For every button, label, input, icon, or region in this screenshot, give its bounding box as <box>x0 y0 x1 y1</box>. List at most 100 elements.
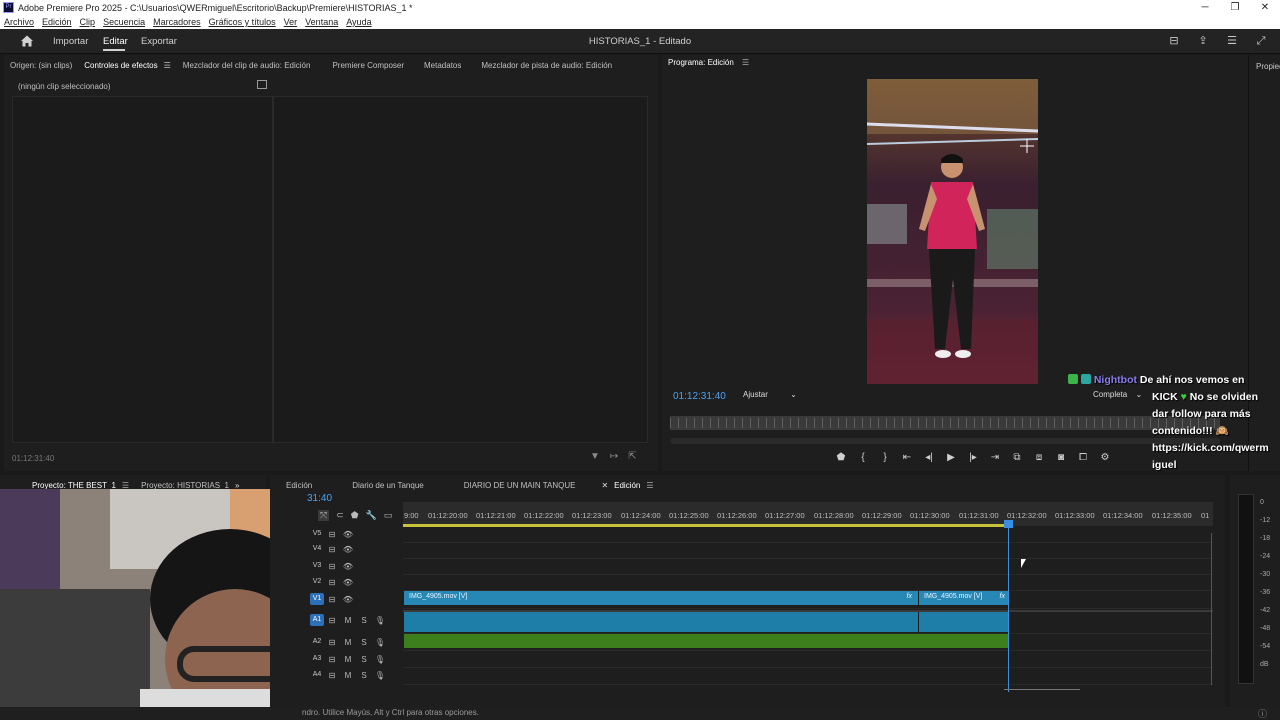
wrench-icon[interactable]: 🔧 <box>366 510 377 521</box>
video-clip[interactable]: IMG_4905.mov [V] fx <box>919 591 1009 605</box>
microphone-icon[interactable]: 🎙 <box>372 616 388 625</box>
tab-seq-edicion-active[interactable]: Edición <box>608 481 646 490</box>
step-back-icon[interactable]: ◂| <box>918 452 940 463</box>
captions-icon[interactable]: ▭ <box>384 510 393 521</box>
go-to-in-icon[interactable]: ⇤ <box>896 452 918 463</box>
track-row-a4[interactable] <box>403 668 1213 685</box>
track-label[interactable]: V3 <box>310 560 324 572</box>
properties-tab[interactable]: Propied <box>1256 62 1280 71</box>
menu-ver[interactable]: Ver <box>284 17 298 27</box>
sync-lock-icon[interactable]: ⊟ <box>324 562 340 571</box>
track-label[interactable]: A1 <box>310 614 324 626</box>
lift-icon[interactable]: ⧉ <box>1006 452 1028 463</box>
menu-ventana[interactable]: Ventana <box>305 17 338 27</box>
mute-button[interactable]: M <box>340 655 356 664</box>
add-marker-icon[interactable]: ⬟ <box>351 510 359 521</box>
maximize-button[interactable]: ❐ <box>1220 0 1250 15</box>
tab-seq-diario-main[interactable]: DIARIO DE UN MAIN TANQUE <box>430 481 582 490</box>
tab-origen[interactable]: Origen: (sin clips) <box>4 61 78 70</box>
mute-button[interactable]: M <box>340 638 356 647</box>
timeline-horizontal-scrollbar[interactable] <box>1004 689 1080 695</box>
sync-lock-icon[interactable]: ⊟ <box>324 638 340 647</box>
microphone-icon[interactable]: 🎙 <box>372 638 388 647</box>
solo-button[interactable]: S <box>356 671 372 680</box>
menu-lines-icon[interactable]: ☰ <box>1225 35 1239 47</box>
mark-out-icon[interactable]: } <box>874 452 896 463</box>
eye-icon[interactable]: 👁 <box>340 545 356 554</box>
mute-button[interactable]: M <box>340 671 356 680</box>
track-label[interactable]: V2 <box>310 576 324 588</box>
sync-lock-icon[interactable]: ⊟ <box>324 530 340 539</box>
track-row-v5[interactable] <box>403 527 1213 543</box>
menu-clip[interactable]: Clip <box>80 17 96 27</box>
extract-icon[interactable]: ⧈ <box>1028 452 1050 463</box>
microphone-icon[interactable]: 🎙 <box>372 671 388 680</box>
audio-clip[interactable] <box>404 634 1009 648</box>
timeline-vertical-scrollbar[interactable] <box>1211 533 1215 685</box>
share-icon[interactable]: ⇱ <box>628 451 636 462</box>
video-clip[interactable]: IMG_4905.mov [V] fx <box>404 591 918 605</box>
mark-in-icon[interactable]: { <box>852 452 874 463</box>
panel-menu-icon[interactable]: ☰ <box>164 61 177 70</box>
menu-archivo[interactable]: Archivo <box>4 17 34 27</box>
track-row-v4[interactable] <box>403 543 1213 559</box>
track-label[interactable]: V4 <box>310 543 324 555</box>
sync-lock-icon[interactable]: ⊟ <box>324 616 340 625</box>
track-label[interactable]: V5 <box>310 528 324 540</box>
timeline-menu-icon[interactable]: ☰ <box>646 481 653 490</box>
sync-lock-icon[interactable]: ⊟ <box>324 578 340 587</box>
fullscreen-icon[interactable]: ⤢ <box>1254 35 1268 47</box>
tab-mezclador-pista[interactable]: Mezclador de pista de audio: Edición <box>467 61 618 70</box>
eye-icon[interactable]: 👁 <box>340 578 356 587</box>
close-button[interactable]: ✕ <box>1250 0 1280 15</box>
play-icon[interactable]: ▶ <box>940 452 962 463</box>
sync-lock-icon[interactable]: ⊟ <box>324 545 340 554</box>
sync-lock-icon[interactable]: ⊟ <box>324 595 340 604</box>
solo-button[interactable]: S <box>356 616 372 625</box>
menu-marcadores[interactable]: Marcadores <box>153 17 201 27</box>
solo-button[interactable]: S <box>356 638 372 647</box>
close-tab-icon[interactable]: ✕ <box>601 481 608 490</box>
track-row-v2[interactable] <box>403 575 1213 591</box>
microphone-icon[interactable]: 🎙 <box>372 655 388 664</box>
audio-clip[interactable] <box>919 612 1009 632</box>
track-label[interactable]: A3 <box>310 653 324 665</box>
tab-seq-edicion[interactable]: Edición <box>280 481 318 490</box>
snap-icon[interactable]: ⤧ <box>318 510 330 521</box>
eye-icon[interactable]: 👁 <box>340 530 356 539</box>
go-to-out-icon[interactable]: ⇥ <box>984 452 1006 463</box>
menu-secuencia[interactable]: Secuencia <box>103 17 145 27</box>
zoom-select[interactable]: Ajustar ⌄ <box>743 390 803 403</box>
minimize-button[interactable]: ─ <box>1190 0 1220 15</box>
eye-icon[interactable]: 👁 <box>340 562 356 571</box>
step-forward-icon[interactable]: |▸ <box>962 452 984 463</box>
audio-clip[interactable] <box>404 612 918 632</box>
solo-button[interactable]: S <box>356 655 372 664</box>
playhead-line[interactable] <box>1008 520 1009 692</box>
quick-export-icon[interactable]: ⇪ <box>1196 35 1210 47</box>
tab-metadatos[interactable]: Metadatos <box>410 61 467 70</box>
add-marker-icon[interactable]: ⬟ <box>830 452 852 463</box>
playhead-handle[interactable] <box>1004 520 1013 528</box>
export-clip-icon[interactable]: ↦ <box>610 451 618 462</box>
toggle-timeline-icon[interactable] <box>257 80 267 89</box>
sync-lock-icon[interactable]: ⊟ <box>324 671 340 680</box>
menu-ayuda[interactable]: Ayuda <box>346 17 371 27</box>
workspaces-icon[interactable]: ⊟ <box>1167 35 1181 47</box>
linked-selection-icon[interactable]: ⊂ <box>336 510 344 521</box>
tab-mezclador-clip[interactable]: Mezclador del clip de audio: Edición <box>177 61 317 70</box>
program-menu-icon[interactable]: ☰ <box>742 58 749 67</box>
menu-edicion[interactable]: Edición <box>42 17 72 27</box>
track-label[interactable]: V1 <box>310 593 324 605</box>
filter-icon[interactable]: ▼ <box>590 451 600 462</box>
track-row-a3[interactable] <box>403 651 1213 668</box>
tab-premiere-composer[interactable]: Premiere Composer <box>316 61 410 70</box>
menu-graficos[interactable]: Gráficos y títulos <box>209 17 276 27</box>
track-row-v3[interactable] <box>403 559 1213 575</box>
eye-icon[interactable]: 👁 <box>340 595 356 604</box>
mute-button[interactable]: M <box>340 616 356 625</box>
tab-controles-efectos[interactable]: Controles de efectos <box>78 61 163 70</box>
track-label[interactable]: A2 <box>310 636 324 648</box>
sync-lock-icon[interactable]: ⊟ <box>324 655 340 664</box>
info-icon[interactable]: ⓘ <box>1258 707 1267 720</box>
